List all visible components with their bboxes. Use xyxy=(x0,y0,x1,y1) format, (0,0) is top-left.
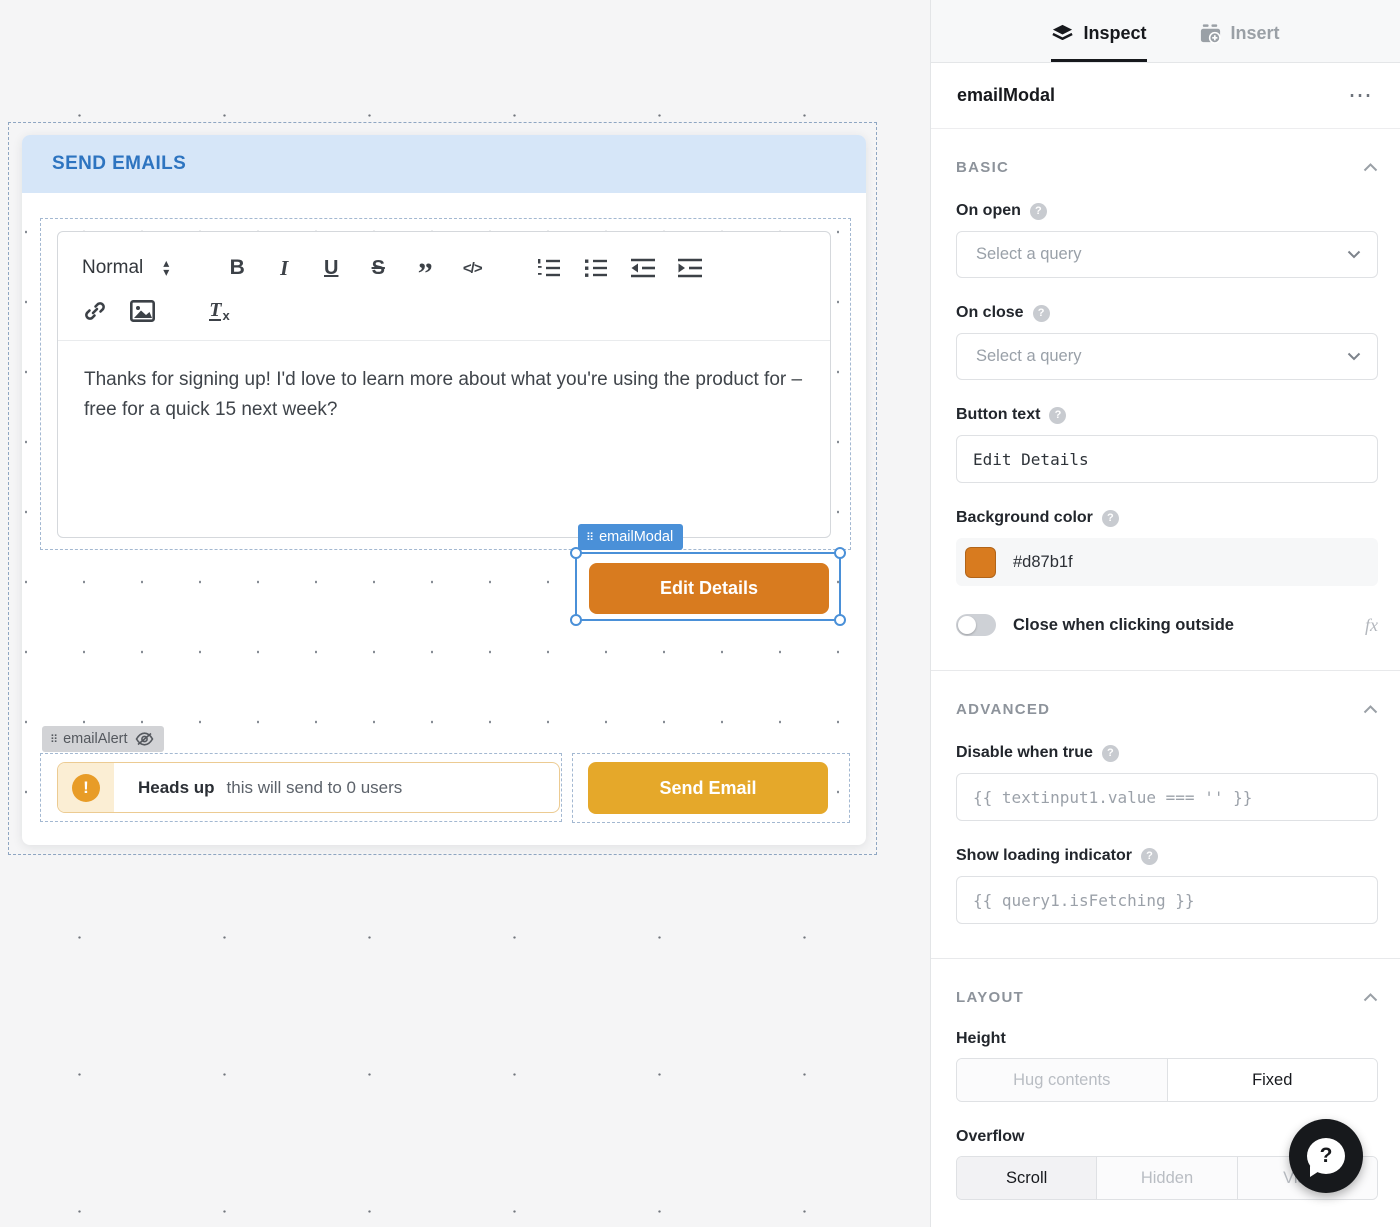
close-when-clicking-outside-label: Close when clicking outside xyxy=(1013,616,1365,635)
tab-insert[interactable]: Insert xyxy=(1199,8,1280,62)
resize-handle[interactable] xyxy=(570,547,582,559)
alert-title: Heads up xyxy=(138,778,215,798)
color-swatch[interactable] xyxy=(965,547,996,578)
help-icon[interactable]: ? xyxy=(1033,305,1050,322)
inspector-tabbar: Inspect Insert xyxy=(931,0,1400,63)
overflow-option-scroll[interactable]: Scroll xyxy=(957,1157,1096,1199)
help-icon[interactable]: ? xyxy=(1030,203,1047,220)
height-label: Height xyxy=(956,1030,1006,1048)
disable-when-true-input[interactable] xyxy=(956,773,1378,821)
alert-message: this will send to 0 users xyxy=(227,778,403,798)
editor-toolbar: Normal ▴ ▾ B I U S ” </> xyxy=(58,232,830,341)
blockquote-icon[interactable]: ” xyxy=(412,252,438,284)
insert-component-icon xyxy=(1199,22,1222,45)
layers-icon xyxy=(1051,22,1074,45)
image-icon[interactable] xyxy=(129,295,155,327)
paragraph-format-select[interactable]: Normal xyxy=(82,257,143,279)
send-email-button[interactable]: Send Email xyxy=(588,762,828,814)
help-icon[interactable]: ? xyxy=(1102,510,1119,527)
button-text-input[interactable] xyxy=(956,435,1378,483)
help-icon[interactable]: ? xyxy=(1141,848,1158,865)
show-loading-indicator-label: Show loading indicator xyxy=(956,847,1132,865)
tab-inspect[interactable]: Inspect xyxy=(1051,8,1146,62)
eye-off-icon xyxy=(135,732,154,746)
on-open-query-select[interactable]: Select a query xyxy=(956,231,1378,278)
resize-handle[interactable] xyxy=(570,614,582,626)
more-menu-icon[interactable]: ⋯ xyxy=(1348,91,1374,101)
edit-details-button[interactable]: Edit Details xyxy=(589,563,829,614)
section-advanced-header[interactable]: ADVANCED xyxy=(956,701,1378,718)
heads-up-alert[interactable]: ! Heads up this will send to 0 users xyxy=(57,762,560,813)
question-mark-icon: ? xyxy=(1307,1138,1345,1174)
fx-icon[interactable]: fx xyxy=(1365,615,1378,636)
selected-component-name: emailModal xyxy=(957,85,1055,106)
component-tag-label: emailModal xyxy=(599,529,673,545)
editor-body-text[interactable]: Thanks for signing up! I'd love to learn… xyxy=(58,341,830,449)
bold-icon[interactable]: B xyxy=(224,252,250,284)
app-builder: SEND EMAILS Normal ▴ ▾ B I U S ” </> xyxy=(0,0,1400,1227)
on-open-label: On open xyxy=(956,202,1021,220)
section-divider xyxy=(931,958,1400,959)
modal-title: SEND EMAILS xyxy=(52,153,186,175)
help-button[interactable]: ? xyxy=(1289,1119,1363,1193)
on-close-query-select[interactable]: Select a query xyxy=(956,333,1378,380)
close-when-clicking-outside-toggle[interactable] xyxy=(956,614,996,636)
strikethrough-icon[interactable]: S xyxy=(365,252,391,284)
bullet-list-icon[interactable] xyxy=(583,252,609,284)
rich-text-editor[interactable]: Normal ▴ ▾ B I U S ” </> xyxy=(57,231,831,538)
section-basic-header[interactable]: BASIC xyxy=(956,159,1378,176)
resize-handle[interactable] xyxy=(834,547,846,559)
indent-icon[interactable] xyxy=(677,252,703,284)
resize-handle[interactable] xyxy=(834,614,846,626)
chevron-up-icon[interactable] xyxy=(1363,705,1378,714)
inspector-panel: Inspect Insert emailModal ⋯ BASIC xyxy=(930,0,1400,1227)
color-hex-value: #d87b1f xyxy=(1013,553,1073,572)
background-color-label: Background color xyxy=(956,509,1093,527)
chevron-down-icon xyxy=(1347,352,1361,361)
help-icon[interactable]: ? xyxy=(1049,407,1066,424)
outdent-icon[interactable] xyxy=(630,252,656,284)
height-segmented-control: Hug contents Fixed xyxy=(956,1058,1378,1102)
underline-icon[interactable]: U xyxy=(318,252,344,284)
show-loading-indicator-input[interactable] xyxy=(956,876,1378,924)
canvas[interactable]: SEND EMAILS Normal ▴ ▾ B I U S ” </> xyxy=(0,0,930,1227)
drag-handle-icon[interactable]: ⠿ xyxy=(586,531,593,544)
modal-header: SEND EMAILS xyxy=(22,135,866,193)
component-tag-label: emailAlert xyxy=(63,731,127,747)
overflow-label: Overflow xyxy=(956,1128,1024,1146)
component-tag-emailModal[interactable]: ⠿ emailModal xyxy=(578,524,683,550)
format-dropdown-arrows-icon[interactable]: ▴ ▾ xyxy=(159,252,173,284)
chevron-up-icon[interactable] xyxy=(1363,993,1378,1002)
section-layout-header[interactable]: LAYOUT xyxy=(956,989,1378,1006)
drag-handle-icon[interactable]: ⠿ xyxy=(50,733,57,746)
warning-icon: ! xyxy=(72,774,100,802)
section-divider xyxy=(931,670,1400,671)
background-color-picker[interactable]: #d87b1f xyxy=(956,538,1378,586)
button-text-label: Button text xyxy=(956,406,1040,424)
height-option-fixed[interactable]: Fixed xyxy=(1167,1059,1378,1101)
chevron-up-icon[interactable] xyxy=(1363,163,1378,172)
overflow-option-hidden[interactable]: Hidden xyxy=(1096,1157,1236,1199)
on-close-label: On close xyxy=(956,304,1024,322)
chevron-down-icon xyxy=(1347,250,1361,259)
code-block-icon[interactable]: </> xyxy=(459,252,485,284)
help-icon[interactable]: ? xyxy=(1102,745,1119,762)
height-option-hug-contents[interactable]: Hug contents xyxy=(957,1059,1167,1101)
link-icon[interactable] xyxy=(82,295,108,327)
ordered-list-icon[interactable] xyxy=(536,252,562,284)
disable-when-true-label: Disable when true xyxy=(956,744,1093,762)
component-tag-emailAlert[interactable]: ⠿ emailAlert xyxy=(42,726,164,752)
italic-icon[interactable]: I xyxy=(271,252,297,284)
clear-formatting-icon[interactable]: Tx xyxy=(206,295,232,327)
alert-icon-strip: ! xyxy=(58,763,114,812)
